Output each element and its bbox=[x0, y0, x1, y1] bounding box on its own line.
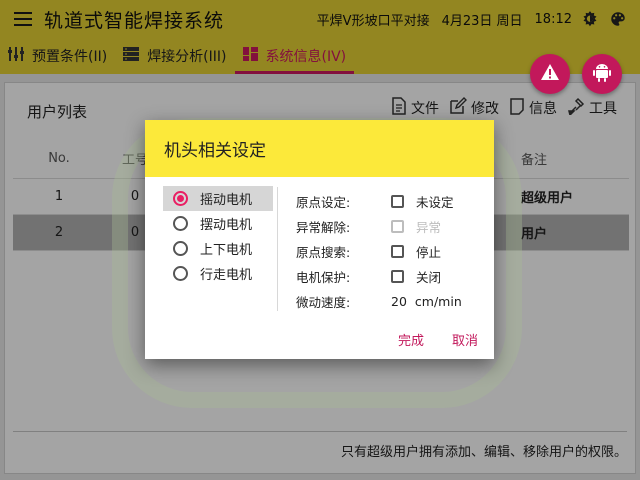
motor-option-swing[interactable]: 摆动电机 bbox=[163, 211, 273, 236]
dialog-actions: 完成 取消 bbox=[398, 330, 478, 349]
jog-speed-row: 微动速度: 20 cm/min bbox=[296, 289, 486, 314]
setting-label: 异常解除: bbox=[296, 220, 351, 235]
warning-icon bbox=[540, 63, 560, 85]
setting-label: 电机保护: bbox=[296, 270, 351, 285]
motor-label: 上下电机 bbox=[200, 243, 253, 258]
origin-search-row: 原点搜索: 停止 bbox=[296, 239, 486, 264]
origin-set-row: 原点设定: 未设定 bbox=[296, 189, 486, 214]
origin-set-checkbox[interactable] bbox=[391, 195, 404, 208]
setting-label: 微动速度: bbox=[296, 295, 351, 310]
divider bbox=[277, 187, 278, 311]
radio-checked-icon bbox=[173, 191, 188, 206]
radio-unchecked-icon bbox=[173, 266, 188, 281]
jog-speed-value: 20 bbox=[391, 294, 407, 309]
motor-option-rocking[interactable]: 摇动电机 bbox=[163, 186, 273, 211]
jog-speed-field[interactable]: 20 cm/min bbox=[391, 294, 462, 309]
motor-option-updown[interactable]: 上下电机 bbox=[163, 236, 273, 261]
motor-protect-checkbox[interactable] bbox=[391, 270, 404, 283]
dialog-title: 机头相关设定 bbox=[145, 120, 494, 177]
setting-value: 停止 bbox=[416, 245, 442, 260]
radio-unchecked-icon bbox=[173, 241, 188, 256]
motor-label: 摇动电机 bbox=[200, 193, 253, 208]
cancel-button[interactable]: 取消 bbox=[452, 330, 478, 349]
radio-unchecked-icon bbox=[173, 216, 188, 231]
setting-label: 原点设定: bbox=[296, 195, 351, 210]
motor-radio-group: 摇动电机 摆动电机 上下电机 行走电机 bbox=[163, 186, 273, 286]
warning-button[interactable] bbox=[530, 54, 570, 94]
setting-value: 异常 bbox=[416, 220, 442, 235]
error-clear-row: 异常解除: 异常 bbox=[296, 214, 486, 239]
dialog-body: 摇动电机 摆动电机 上下电机 行走电机 原点设定: 未设定 异常解除: 异常 原… bbox=[145, 177, 494, 312]
jog-speed-unit: cm/min bbox=[414, 294, 462, 309]
motor-option-travel[interactable]: 行走电机 bbox=[163, 261, 273, 286]
setting-value: 未设定 bbox=[416, 195, 454, 210]
origin-search-checkbox[interactable] bbox=[391, 245, 404, 258]
setting-label: 原点搜索: bbox=[296, 245, 351, 260]
motor-label: 行走电机 bbox=[200, 268, 253, 283]
android-button[interactable] bbox=[582, 54, 622, 94]
error-clear-checkbox bbox=[391, 220, 404, 233]
confirm-button[interactable]: 完成 bbox=[398, 330, 424, 349]
motor-settings: 原点设定: 未设定 异常解除: 异常 原点搜索: 停止 电机保护: 关闭 微动速… bbox=[296, 189, 486, 314]
android-icon bbox=[593, 62, 611, 86]
motor-label: 摆动电机 bbox=[200, 218, 253, 233]
setting-value: 关闭 bbox=[416, 270, 442, 285]
head-settings-dialog: 机头相关设定 摇动电机 摆动电机 上下电机 行走电机 原点设定: 未设定 异常解… bbox=[145, 120, 494, 359]
motor-protect-row: 电机保护: 关闭 bbox=[296, 264, 486, 289]
